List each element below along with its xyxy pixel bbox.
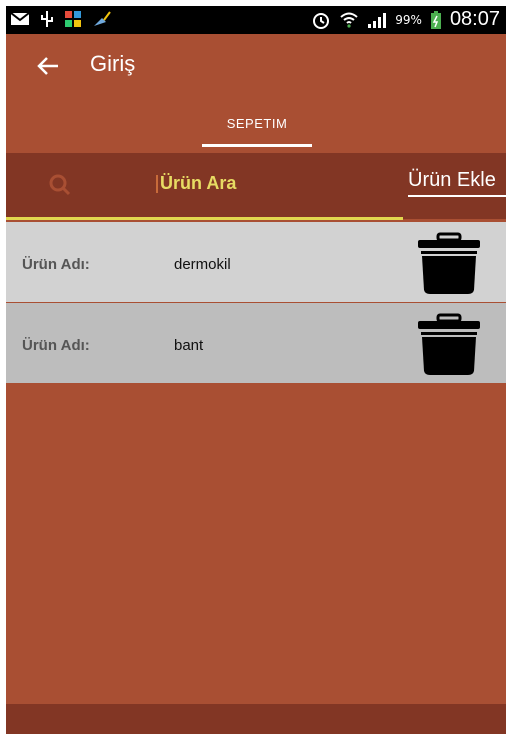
battery-percent: 99% bbox=[395, 12, 422, 27]
search-input-text: Ürün Ara bbox=[160, 173, 237, 193]
search-icon bbox=[49, 174, 71, 196]
search-input-underline bbox=[6, 217, 403, 220]
add-product-button[interactable]: Ürün Ekle bbox=[408, 169, 496, 192]
cart-list: Ürün Adı: dermokil Ürün Adı: bant bbox=[6, 222, 506, 383]
clock: 08:07 bbox=[449, 8, 500, 30]
list-item: Ürün Adı: dermokil bbox=[6, 222, 506, 302]
broom-icon bbox=[94, 11, 111, 26]
search-bar: Ürün Ara Ürün Ekle bbox=[6, 153, 506, 220]
wifi-icon bbox=[340, 12, 358, 28]
alarm-icon bbox=[313, 12, 330, 29]
item-label: Ürün Adı: bbox=[22, 337, 90, 354]
trash-icon[interactable] bbox=[416, 313, 482, 377]
trash-icon[interactable] bbox=[416, 232, 482, 296]
status-icons-right: 99% 08:07 bbox=[311, 8, 500, 31]
signal-icon bbox=[368, 12, 387, 28]
status-icons-left bbox=[10, 10, 112, 28]
add-product-underline bbox=[408, 195, 506, 197]
bottom-bar bbox=[6, 704, 506, 734]
tab-sepetim[interactable]: SEPETIM bbox=[202, 116, 312, 131]
status-bar: 99% 08:07 bbox=[6, 6, 506, 34]
page-title: Giriş bbox=[90, 51, 136, 76]
item-value: dermokil bbox=[174, 256, 231, 273]
back-arrow-icon[interactable] bbox=[34, 52, 62, 80]
usb-icon bbox=[41, 11, 53, 27]
battery-icon bbox=[430, 10, 441, 29]
search-input[interactable]: Ürün Ara bbox=[156, 173, 236, 194]
tab-indicator bbox=[202, 144, 312, 147]
text-cursor bbox=[156, 175, 158, 194]
mail-icon bbox=[10, 12, 30, 25]
item-label: Ürün Adı: bbox=[22, 256, 90, 273]
list-item: Ürün Adı: bant bbox=[6, 302, 506, 383]
app-icon bbox=[65, 11, 81, 27]
item-value: bant bbox=[174, 337, 204, 354]
app-frame: 99% 08:07 Giriş SEPETIM Ürün Ara Ürün Ek… bbox=[6, 6, 506, 734]
app-bar: Giriş SEPETIM bbox=[6, 34, 506, 147]
